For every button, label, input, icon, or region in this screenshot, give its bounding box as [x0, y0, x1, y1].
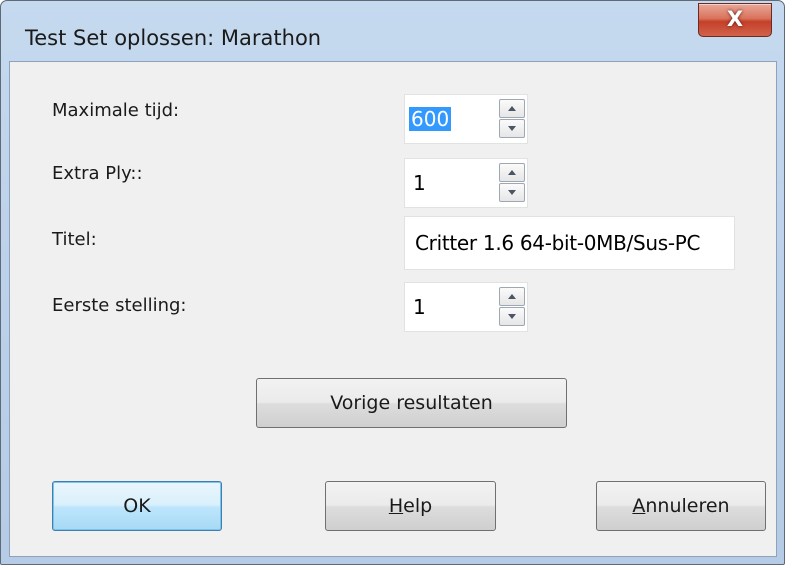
help-label-rest: elp: [403, 495, 433, 517]
chevron-down-icon: [508, 314, 516, 319]
max-time-label: Maximale tijd:: [52, 100, 180, 121]
title-field-value: Critter 1.6 64-bit-0MB/Sus-PC: [415, 231, 701, 255]
first-position-spin-buttons: [499, 287, 525, 327]
cancel-label-rest: nnuleren: [645, 495, 730, 517]
chevron-up-icon: [508, 294, 516, 299]
cancel-button[interactable]: Annuleren: [596, 481, 766, 531]
extra-ply-decrement-button[interactable]: [499, 183, 525, 202]
close-button[interactable]: X: [698, 3, 772, 37]
window-title: Test Set oplossen: Marathon: [25, 26, 322, 50]
max-time-increment-button[interactable]: [499, 99, 525, 118]
previous-results-button[interactable]: Vorige resultaten: [256, 378, 567, 428]
chevron-down-icon: [508, 126, 516, 131]
close-icon: X: [726, 7, 744, 31]
ok-label: OK: [123, 495, 151, 517]
max-time-spinner: 600: [404, 94, 528, 144]
first-position-spinner: 1: [404, 282, 528, 332]
max-time-decrement-button[interactable]: [499, 119, 525, 138]
extra-ply-input[interactable]: 1: [413, 171, 426, 195]
dialog-body: Maximale tijd: 600 Extra Ply:: 1 Titel: …: [9, 61, 777, 557]
extra-ply-increment-button[interactable]: [499, 163, 525, 182]
help-button[interactable]: Help: [325, 481, 496, 531]
ok-button[interactable]: OK: [52, 481, 222, 531]
previous-results-label: Vorige resultaten: [330, 392, 493, 414]
chevron-up-icon: [508, 170, 516, 175]
extra-ply-label: Extra Ply::: [52, 163, 143, 184]
title-field[interactable]: Critter 1.6 64-bit-0MB/Sus-PC: [404, 216, 735, 270]
max-time-spin-buttons: [499, 99, 525, 139]
dialog-window: Test Set oplossen: Marathon X Maximale t…: [0, 0, 785, 565]
first-position-input[interactable]: 1: [413, 295, 426, 319]
title-bar[interactable]: Test Set oplossen: Marathon X: [1, 1, 784, 61]
cancel-mnemonic: A: [632, 495, 646, 517]
help-mnemonic: H: [388, 495, 404, 517]
extra-ply-spinner: 1: [404, 158, 528, 208]
help-label: Help: [389, 482, 432, 530]
first-position-increment-button[interactable]: [499, 287, 525, 306]
chevron-down-icon: [508, 190, 516, 195]
chevron-up-icon: [508, 106, 516, 111]
extra-ply-spin-buttons: [499, 163, 525, 203]
max-time-input[interactable]: 600: [409, 107, 452, 131]
title-label: Titel:: [52, 229, 97, 250]
cancel-label: Annuleren: [632, 482, 729, 530]
first-position-decrement-button[interactable]: [499, 307, 525, 326]
first-position-label: Eerste stelling:: [52, 295, 187, 316]
